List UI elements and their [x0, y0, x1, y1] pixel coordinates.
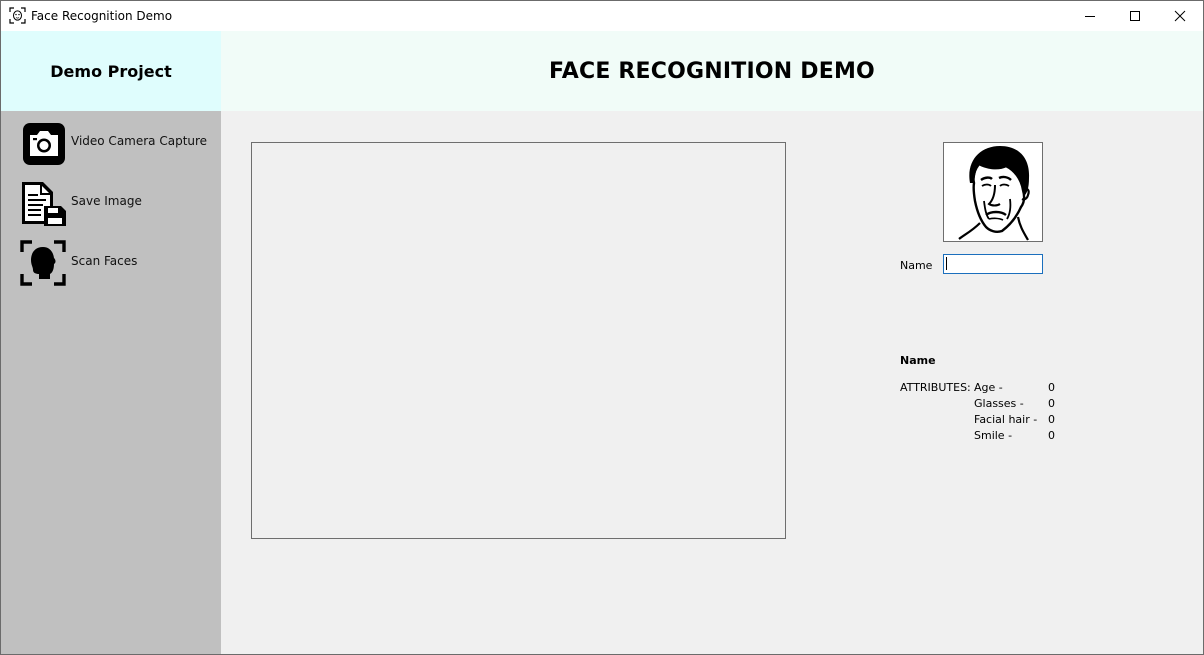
app-window: Face Recognition Demo Demo Project FACE …: [0, 0, 1204, 655]
sidebar-item-video-camera-capture[interactable]: Video Camera Capture: [19, 121, 219, 171]
sidebar-item-save-image[interactable]: Save Image: [19, 179, 219, 229]
face-scan-icon: [9, 7, 26, 24]
attribute-label-age: Age -: [974, 381, 1003, 394]
attribute-label-facial-hair: Facial hair -: [974, 413, 1038, 426]
name-label: Name: [900, 259, 933, 272]
attribute-value-smile: 0: [1048, 429, 1055, 442]
sidebar-item-scan-faces[interactable]: Scan Faces: [19, 239, 219, 289]
title-bar[interactable]: Face Recognition Demo: [1, 1, 1203, 31]
maximize-icon: [1130, 11, 1140, 21]
app-header: FACE RECOGNITION DEMO: [221, 31, 1203, 111]
sidebar-item-label: Scan Faces: [71, 254, 138, 268]
face-image: [943, 142, 1043, 242]
face-scan-icon: [20, 240, 66, 286]
save-document-icon: [22, 182, 66, 226]
text-caret: [946, 257, 947, 270]
attribute-value-age: 0: [1048, 381, 1055, 394]
sidebar-item-label: Save Image: [71, 194, 142, 208]
sidebar: Video Camera Capture Save Image Scan Fac…: [1, 111, 221, 654]
project-header: Demo Project: [1, 31, 221, 111]
close-button[interactable]: [1157, 1, 1203, 31]
attribute-label-smile: Smile -: [974, 429, 1013, 442]
project-title: Demo Project: [50, 61, 172, 81]
name-input[interactable]: [943, 254, 1043, 274]
sidebar-item-label: Video Camera Capture: [71, 134, 208, 148]
maximize-button[interactable]: [1112, 1, 1158, 31]
attribute-value-facial-hair: 0: [1048, 413, 1055, 426]
page-title: FACE RECOGNITION DEMO: [549, 58, 875, 84]
result-name: Name: [900, 354, 936, 367]
camera-icon: [23, 123, 65, 165]
attribute-value-glasses: 0: [1048, 397, 1055, 410]
window-title: Face Recognition Demo: [31, 9, 173, 23]
minimize-button[interactable]: [1067, 1, 1113, 31]
video-preview: [251, 142, 786, 539]
attributes-label: ATTRIBUTES:: [900, 381, 971, 394]
attribute-label-glasses: Glasses -: [974, 397, 1024, 410]
face-illustration: [958, 146, 1030, 241]
minimize-icon: [1085, 16, 1095, 17]
main-content: Name Name ATTRIBUTES: Age - 0 Glasses - …: [221, 111, 1203, 654]
close-icon: [1174, 10, 1186, 22]
